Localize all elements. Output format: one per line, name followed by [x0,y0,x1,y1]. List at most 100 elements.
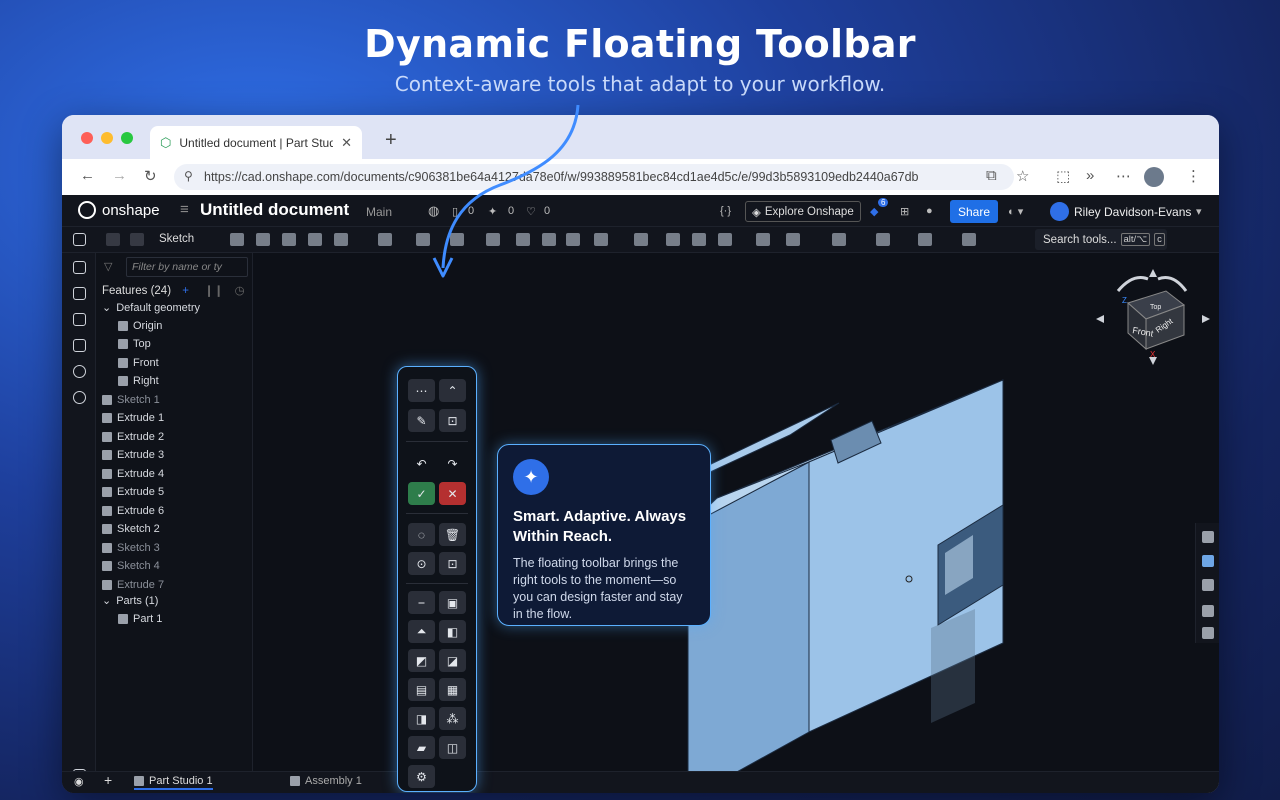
share-button[interactable]: Share [950,200,998,223]
branch-label[interactable]: Main [366,205,392,219]
app-store-icon[interactable]: ● [926,205,933,217]
profile-avatar[interactable] [1144,167,1164,187]
feature-item[interactable]: Extrude 1 [102,412,164,424]
view-cube[interactable]: Front Right Top Z X [1088,261,1218,381]
tab-part-studio[interactable]: Part Studio 1 [134,775,213,790]
pause-icon[interactable]: ❙❙ [204,285,223,297]
hide-icon[interactable]: ◌ [408,523,435,546]
revolve-icon[interactable] [256,233,270,246]
reload-icon[interactable]: ↻ [144,167,157,185]
add-feature-icon[interactable]: + [182,285,189,297]
grid-apps-icon[interactable]: ⊞ [900,205,909,218]
feature-item[interactable]: Extrude 2 [102,431,164,443]
feature-list-icon[interactable] [73,233,86,246]
variables-icon[interactable] [73,261,86,274]
extrude-icon[interactable] [230,233,244,246]
pattern-icon[interactable] [594,233,608,246]
more-dots-icon[interactable]: ⋯ [1116,167,1131,185]
onshape-logo[interactable]: onshape [78,201,160,219]
draft-icon[interactable]: ◪ [439,649,466,672]
sheet-metal-icon[interactable] [876,233,890,246]
user-avatar[interactable] [1050,202,1069,221]
extensions-icon[interactable]: ⬚ [1056,167,1070,185]
chevron-right-double-icon[interactable]: » [1086,167,1094,184]
menu-hamburger-icon[interactable]: ≡ [180,201,189,218]
tab-assembly[interactable]: Assembly 1 [290,775,362,787]
loft-icon[interactable]: ⏶ [408,620,435,643]
feature-filter-input[interactable]: Filter by name or ty [126,257,248,277]
notifications-icon[interactable]: ◆ [870,205,878,218]
comments-icon[interactable] [73,287,86,300]
delete-part-icon[interactable] [756,233,770,246]
rib-icon[interactable] [486,233,500,246]
hole-icon[interactable] [542,233,556,246]
site-info-icon[interactable]: ⚲ [184,169,193,183]
search-tools-box[interactable]: Search tools... alt/⌥ c [1035,229,1167,250]
parts-panel-icon[interactable] [1202,555,1214,567]
fillet-icon[interactable]: ◧ [439,620,466,643]
thicken-icon[interactable] [334,233,348,246]
globe-icon[interactable]: ◍ [428,203,439,219]
chamfer-icon[interactable] [416,233,430,246]
split-icon[interactable]: ◫ [439,736,466,759]
split-icon[interactable] [692,233,706,246]
loft-icon[interactable] [308,233,322,246]
zoom-fit-icon[interactable]: ⊡ [439,409,466,432]
undo-icon[interactable] [106,233,120,246]
close-tab-icon[interactable]: ✕ [341,135,352,151]
notes-icon[interactable] [73,313,86,326]
cylinder-icon[interactable] [566,233,580,246]
feature-item[interactable]: Sketch 2 [102,523,160,535]
surface-icon[interactable] [918,233,932,246]
collapse-chevron-up-icon[interactable]: ⌃ [439,379,466,402]
rollback-icon[interactable]: ◷ [235,285,245,297]
close-window-dot[interactable] [81,132,93,144]
add-tab-icon[interactable]: + [104,772,112,788]
view-options-bottom-icon[interactable]: ◉ [74,775,84,788]
undo-icon[interactable]: ↶ [408,452,435,475]
bookmark-star-icon[interactable]: ☆ [1016,167,1029,185]
feature-item[interactable]: Extrude 3 [102,449,164,461]
accept-check-icon[interactable]: ✓ [408,482,435,505]
feature-item[interactable]: Sketch 1 [102,394,160,406]
redo-icon[interactable] [130,233,144,246]
sketch-line-icon[interactable]: ⎯ [408,591,435,614]
measure-panel-icon[interactable] [1202,579,1214,591]
back-icon[interactable]: ← [80,167,95,184]
settings-gear-icon[interactable]: ⚙ [408,765,435,788]
address-bar[interactable]: ⚲ https://cad.onshape.com/documents/c906… [174,164,1014,190]
feature-item[interactable]: Right [118,375,159,387]
plane-icon[interactable]: ▰ [408,736,435,759]
appearance-icon[interactable] [73,391,86,404]
feature-item[interactable]: Top [118,338,151,350]
redo-icon[interactable]: ↷ [439,452,466,475]
plane-icon[interactable] [786,233,800,246]
open-in-app-icon[interactable]: ⧉ [986,167,997,184]
help-icon[interactable]: ◐ ▾ [1008,205,1023,218]
extrude-icon[interactable]: ▣ [439,591,466,614]
edit-pencil-icon[interactable]: ✎ [408,409,435,432]
minimize-window-dot[interactable] [101,132,113,144]
shell-icon[interactable] [516,233,530,246]
menu-kebab-icon[interactable]: ⋮ [1186,167,1201,185]
cancel-x-icon[interactable]: ✕ [439,482,466,505]
feature-item[interactable]: Extrude 5 [102,486,164,498]
part-item[interactable]: Part 1 [118,613,162,625]
frame-icon[interactable] [962,233,976,246]
parts-icon[interactable] [73,339,86,352]
user-menu-chevron-down-icon[interactable]: ▾ [1196,205,1202,218]
hole-icon[interactable]: ▦ [439,678,466,701]
zoom-selection-icon[interactable]: ⊡ [439,552,466,575]
user-name[interactable]: Riley Davidson-Evans [1074,205,1191,219]
pattern-icon[interactable]: ⁂ [439,707,466,730]
sketch-tool-label[interactable]: Sketch [159,233,194,245]
feature-item[interactable]: Extrude 7 [102,579,164,591]
feature-item[interactable]: Extrude 6 [102,505,164,517]
maximize-window-dot[interactable] [121,132,133,144]
browser-tab[interactable]: ⬡ Untitled document | Part Studio 1 ✕ [150,126,362,159]
drag-handle-icon[interactable]: ⋯ [408,379,435,402]
isolate-icon[interactable]: ⊙ [408,552,435,575]
follow-icon[interactable]: ✦ [488,205,497,218]
default-geometry-item[interactable]: ⌄ Default geometry [102,301,200,315]
history-icon[interactable] [73,365,86,378]
